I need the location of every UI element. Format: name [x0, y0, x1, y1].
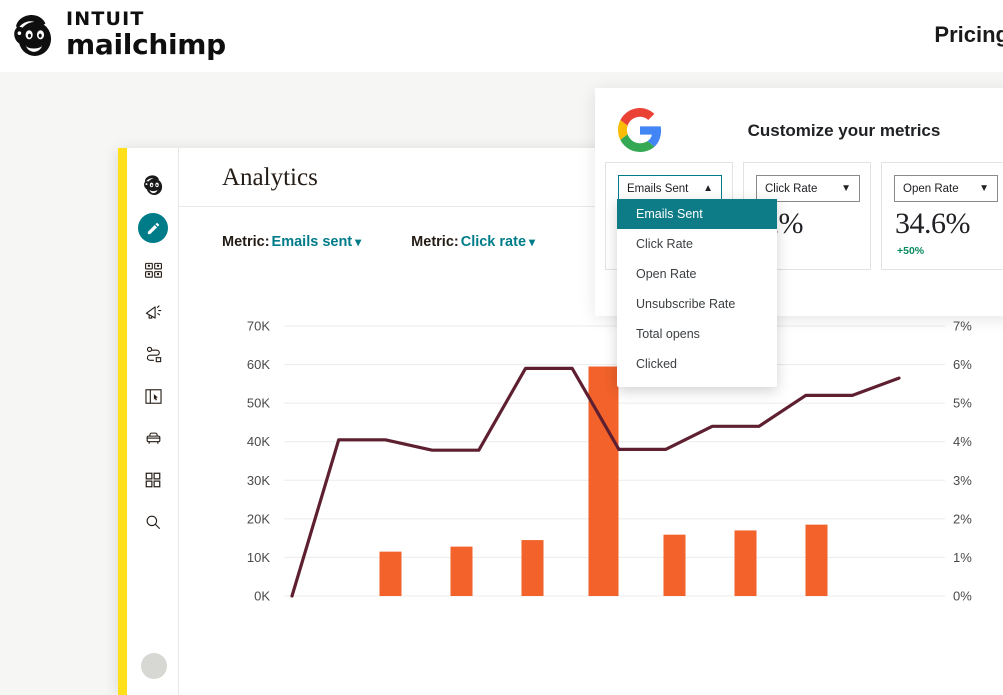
chevron-down-icon: ▼: [841, 182, 851, 194]
left-axis-tick-label: 70K: [247, 319, 270, 334]
left-axis-tick-label: 50K: [247, 396, 270, 411]
chart-svg: 0K 0% 10K 1% 20K 2% 30K 3% 40K 4% 50K 5% 60K 6% 70K 7%: [247, 319, 972, 604]
left-axis-tick-label: 60K: [247, 357, 270, 372]
left-axis-tick-label: 40K: [247, 434, 270, 449]
right-axis-tick-label: 6%: [953, 357, 972, 372]
chevron-down-icon: ▾: [529, 235, 536, 249]
google-g-icon: [618, 108, 662, 152]
audience-contacts-icon: [144, 261, 163, 280]
site-header: INTUIT mailchimp Pricing: [0, 0, 1003, 72]
metric-select-label-1: Click Rate: [765, 182, 818, 195]
metric-selector-row: Metric: Emails sent ▾ Metric: Click rate ▾: [222, 234, 535, 250]
brand-mailchimp-text: mailchimp: [66, 27, 226, 61]
chart-bar: [521, 540, 544, 596]
chart-bar: [588, 366, 619, 596]
panel-title: Customize your metrics: [747, 121, 941, 140]
app-sidebar: [127, 148, 179, 695]
chevron-down-icon: ▾: [355, 235, 362, 249]
dropdown-option[interactable]: Unsubscribe Rate: [617, 289, 777, 319]
right-axis-tick-label: 0%: [953, 589, 972, 604]
metric-card-open-rate: Open Rate ▼ 34.6% +50%: [881, 162, 1003, 270]
right-axis-tick-label: 2%: [953, 511, 972, 526]
sidebar-item-commerce[interactable]: [135, 420, 171, 456]
dropdown-option[interactable]: Open Rate: [617, 259, 777, 289]
metric-select-emails-sent[interactable]: Emails Sent ▲: [618, 175, 722, 202]
metric-select-label-2: Open Rate: [903, 182, 959, 195]
metric-select-click-rate[interactable]: Click Rate ▼: [756, 175, 860, 202]
right-axis-tick-label: 7%: [953, 319, 972, 334]
metric-label-2: Metric:: [411, 234, 459, 250]
analytics-chart: 0K 0% 10K 1% 20K 2% 30K 3% 40K 4% 50K 5% 60K 6% 70K 7%: [179, 308, 1003, 638]
metric-label-1: Metric:: [222, 234, 270, 250]
left-axis-tick-label: 0K: [254, 589, 270, 604]
sidebar-item-audience[interactable]: [135, 252, 171, 288]
screenshot-root: INTUIT mailchimp Pricing Analytics Metri…: [0, 0, 1003, 695]
left-axis-tick-label: 10K: [247, 550, 270, 565]
mailchimp-freddie-icon: [8, 8, 60, 60]
sidebar-item-mailchimp[interactable]: [135, 166, 171, 202]
metric-selector-emails-sent[interactable]: Metric: Emails sent ▾: [222, 234, 361, 250]
dropdown-option[interactable]: Total opens: [617, 319, 777, 349]
sidebar-item-create[interactable]: [135, 210, 171, 246]
dropdown-option[interactable]: Emails Sent: [617, 199, 777, 229]
metric-value-1: Emails sent: [271, 234, 353, 250]
metric-value-2: Click rate: [460, 234, 527, 250]
apps-grid-icon: [144, 471, 162, 489]
metric-select-label-0: Emails Sent: [627, 182, 689, 195]
left-axis-tick-label: 20K: [247, 511, 270, 526]
chart-bar: [805, 524, 828, 596]
sidebar-item-search[interactable]: [135, 504, 171, 540]
megaphone-campaigns-icon: [144, 303, 163, 322]
dropdown-option[interactable]: Clicked: [617, 349, 777, 379]
metric-dropdown-list[interactable]: Emails Sent Click Rate Open Rate Unsubscrib…: [617, 199, 777, 387]
chart-bar: [734, 530, 757, 596]
page-title: Analytics: [222, 164, 318, 191]
user-avatar[interactable]: [141, 653, 167, 679]
chevron-down-icon: ▼: [979, 182, 989, 194]
left-axis-tick-label: 30K: [247, 473, 270, 488]
pencil-create-icon: [138, 213, 168, 243]
landing-page-icon: [144, 387, 163, 406]
store-cart-icon: [144, 429, 163, 448]
nav-pricing-link[interactable]: Pricing: [934, 22, 1003, 48]
dropdown-option[interactable]: Click Rate: [617, 229, 777, 259]
chart-bar: [663, 534, 686, 596]
chevron-up-icon: ▲: [703, 182, 713, 194]
chart-bar: [379, 551, 402, 596]
metric-selector-click-rate[interactable]: Metric: Click rate ▾: [411, 234, 535, 250]
brand-wordmark: INTUIT mailchimp: [66, 7, 226, 61]
right-axis-tick-label: 5%: [953, 396, 972, 411]
right-axis-tick-label: 1%: [953, 550, 972, 565]
sidebar-item-automations[interactable]: [135, 336, 171, 372]
brand-intuit-text: INTUIT: [66, 7, 145, 30]
sidebar-item-campaigns[interactable]: [135, 294, 171, 330]
sidebar-item-website[interactable]: [135, 378, 171, 414]
sidebar-item-integrations[interactable]: [135, 462, 171, 498]
search-icon: [144, 513, 162, 531]
metric-select-open-rate[interactable]: Open Rate ▼: [894, 175, 998, 202]
metric-card-delta-open-rate: +50%: [897, 245, 925, 257]
brand-logo[interactable]: INTUIT mailchimp: [8, 8, 226, 60]
yellow-accent-rail: [118, 148, 127, 695]
chart-bar: [450, 546, 473, 596]
right-axis-tick-label: 4%: [953, 434, 972, 449]
automation-journey-icon: [144, 345, 163, 364]
metric-card-value-open-rate: 34.6%: [895, 207, 971, 240]
right-axis-tick-label: 3%: [953, 473, 972, 488]
